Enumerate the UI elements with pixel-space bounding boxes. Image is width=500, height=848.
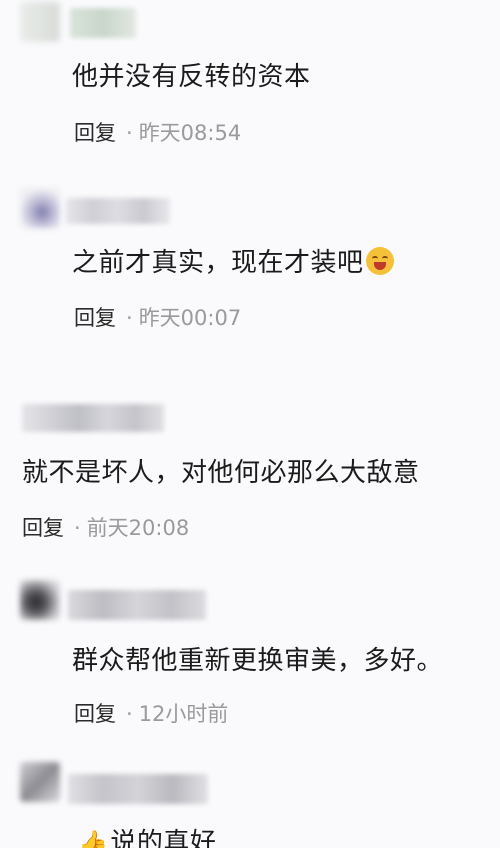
- comment-meta: 回复 · 昨天00:07: [74, 304, 241, 332]
- comment-item: 之前才真实，现在才装吧 回复 · 昨天00:07: [0, 180, 500, 350]
- separator-dot: ·: [126, 702, 133, 726]
- comment-meta: 回复 · 前天20:08: [22, 514, 189, 542]
- timestamp: 前天20:08: [86, 516, 190, 540]
- thumbs-up-icon: 👍: [78, 829, 109, 848]
- reply-button[interactable]: 回复: [74, 121, 116, 145]
- avatar[interactable]: [20, 188, 60, 228]
- comment-item: 就不是坏人，对他何必那么大敌意 回复 · 前天20:08: [0, 390, 500, 560]
- username-blurred[interactable]: [68, 774, 208, 804]
- comment-text: 群众帮他重新更换审美，多好。: [72, 646, 444, 676]
- comment-text: 之前才真实，现在才装吧: [72, 246, 394, 280]
- comment-text: 就不是坏人，对他何必那么大敌意: [22, 458, 420, 488]
- timestamp: 昨天08:54: [138, 121, 242, 145]
- avatar[interactable]: [20, 762, 60, 802]
- comment-text: 他并没有反转的资本: [72, 62, 311, 92]
- avatar[interactable]: [20, 2, 60, 42]
- timestamp: 昨天00:07: [138, 306, 242, 330]
- laughing-emoji-icon: [365, 247, 394, 275]
- comment-meta: 回复 · 12小时前: [74, 700, 228, 728]
- username-blurred[interactable]: [66, 198, 170, 224]
- comment-text-content: 之前才真实，现在才装吧: [72, 248, 364, 278]
- comment-text-content: 说的真好: [110, 828, 217, 848]
- separator-dot: ·: [126, 306, 133, 330]
- reply-button[interactable]: 回复: [74, 306, 116, 330]
- reply-button[interactable]: 回复: [22, 516, 64, 540]
- separator-dot: ·: [74, 516, 81, 540]
- comment-item: 群众帮他重新更换审美，多好。 回复 · 12小时前: [0, 576, 500, 746]
- reply-button[interactable]: 回复: [74, 702, 116, 726]
- username-blurred[interactable]: [70, 8, 136, 38]
- separator-dot: ·: [126, 121, 133, 145]
- comment-item: 👍说的真好: [0, 760, 500, 848]
- comment-text: 👍说的真好: [78, 826, 216, 848]
- username-blurred[interactable]: [68, 590, 206, 620]
- timestamp: 12小时前: [138, 702, 229, 726]
- comment-meta: 回复 · 昨天08:54: [74, 119, 241, 147]
- avatar[interactable]: [20, 580, 60, 620]
- comment-item: 他并没有反转的资本 回复 · 昨天08:54: [0, 0, 500, 160]
- username-blurred[interactable]: [22, 404, 164, 432]
